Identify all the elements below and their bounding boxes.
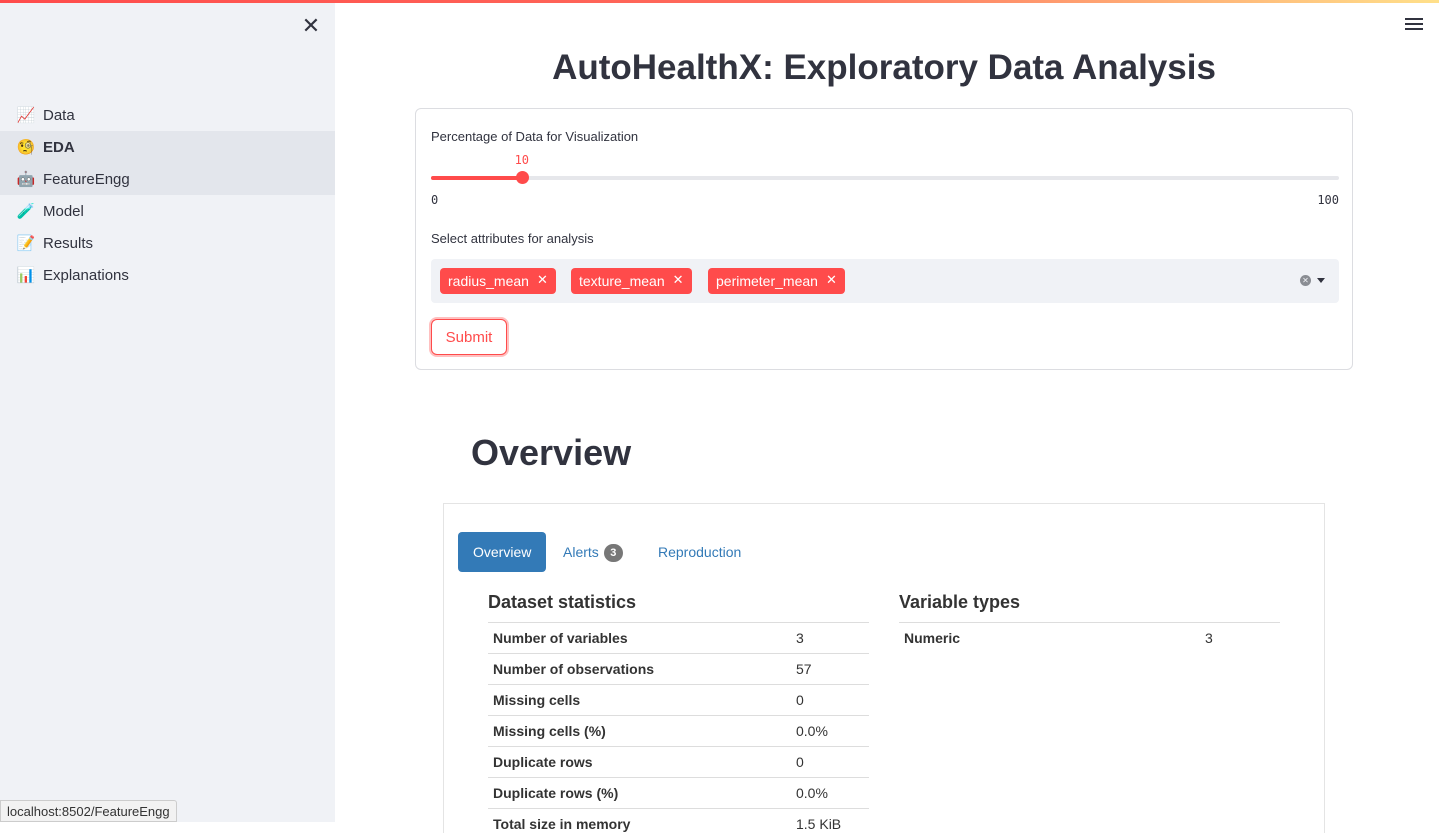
stat-key: Number of variables bbox=[488, 622, 791, 654]
hamburger-menu-icon[interactable] bbox=[1405, 18, 1423, 32]
table-row: Missing cells 0 bbox=[488, 684, 869, 716]
monocle-face-icon: 🧐 bbox=[16, 138, 36, 156]
slider-min: 0 bbox=[431, 193, 439, 207]
table-row: Number of variables 3 bbox=[488, 622, 869, 654]
slider-value: 10 bbox=[514, 153, 530, 167]
tag-label: texture_mean bbox=[579, 273, 665, 289]
table-row: Duplicate rows 0 bbox=[488, 746, 869, 778]
selected-tag: perimeter_mean ✕ bbox=[708, 268, 845, 294]
sidebar-item-results[interactable]: 📝 Results bbox=[0, 227, 335, 259]
stat-value: 57 bbox=[791, 653, 869, 685]
close-icon[interactable]: ✕ bbox=[300, 16, 322, 38]
stat-key: Numeric bbox=[899, 622, 1200, 654]
tab-alerts[interactable]: Alerts 3 bbox=[563, 532, 623, 572]
sidebar-item-label: FeatureEngg bbox=[43, 170, 130, 188]
percentage-slider[interactable] bbox=[431, 171, 1339, 184]
table-row: Total size in memory 1.5 KiB bbox=[488, 808, 869, 840]
stat-value: 0.0% bbox=[791, 777, 869, 809]
overview-heading: Overview bbox=[471, 432, 632, 473]
robot-icon: 🤖 bbox=[16, 170, 36, 188]
stat-key: Missing cells (%) bbox=[488, 715, 791, 747]
analysis-form: Percentage of Data for Visualization 10 … bbox=[415, 108, 1353, 370]
remove-tag-icon[interactable]: ✕ bbox=[537, 268, 548, 294]
slider-fill bbox=[431, 176, 522, 180]
tag-label: radius_mean bbox=[448, 273, 529, 289]
sidebar-item-explanations[interactable]: 📊 Explanations bbox=[0, 259, 335, 291]
clear-all-icon[interactable]: ✕ bbox=[1300, 275, 1311, 286]
selected-tag: texture_mean ✕ bbox=[571, 268, 692, 294]
sidebar-item-model[interactable]: 🧪 Model bbox=[0, 195, 335, 227]
table-row: Duplicate rows (%) 0.0% bbox=[488, 777, 869, 809]
submit-button[interactable]: Submit bbox=[431, 319, 507, 355]
memo-icon: 📝 bbox=[16, 234, 36, 252]
sidebar-item-eda[interactable]: 🧐 EDA bbox=[0, 131, 335, 163]
sidebar-item-featureengg[interactable]: 🤖 FeatureEngg bbox=[0, 163, 335, 195]
top-decoration-bar bbox=[0, 0, 1439, 3]
table-row: Numeric 3 bbox=[899, 622, 1280, 654]
page-title: AutoHealthX: Exploratory Data Analysis bbox=[552, 48, 1216, 87]
stat-value: 3 bbox=[791, 622, 869, 654]
table-row: Number of observations 57 bbox=[488, 653, 869, 685]
remove-tag-icon[interactable]: ✕ bbox=[826, 268, 837, 294]
sidebar-item-label: Model bbox=[43, 202, 84, 220]
bar-chart-icon: 📊 bbox=[16, 266, 36, 284]
variable-types-table: Numeric 3 bbox=[899, 622, 1280, 654]
sidebar-item-label: Explanations bbox=[43, 266, 129, 284]
stat-value: 0 bbox=[791, 746, 869, 778]
stat-value: 3 bbox=[1200, 622, 1280, 654]
alerts-count-badge: 3 bbox=[603, 544, 623, 563]
variable-types-title: Variable types bbox=[899, 592, 1021, 612]
tag-label: perimeter_mean bbox=[716, 273, 818, 289]
attributes-multiselect[interactable]: radius_mean ✕ texture_mean ✕ perimeter_m… bbox=[431, 259, 1339, 303]
sidebar-item-label: Data bbox=[43, 106, 75, 124]
sidebar-nav: 📈 Data 🧐 EDA 🤖 FeatureEngg 🧪 Model 📝 Res… bbox=[0, 99, 335, 291]
slider-thumb[interactable] bbox=[515, 171, 529, 184]
stat-key: Total size in memory bbox=[488, 808, 791, 840]
slider-max: 100 bbox=[1317, 193, 1339, 207]
tab-alerts-label: Alerts bbox=[563, 544, 599, 560]
stat-key: Duplicate rows bbox=[488, 746, 791, 778]
stat-value: 0.0% bbox=[791, 715, 869, 747]
profile-report: Overview Alerts 3 Reproduction Dataset st… bbox=[443, 503, 1325, 840]
test-tube-icon: 🧪 bbox=[16, 202, 36, 220]
sidebar-item-label: Results bbox=[43, 234, 94, 252]
tab-overview[interactable]: Overview bbox=[458, 532, 547, 572]
stat-value: 1.5 KiB bbox=[791, 808, 869, 840]
tab-reproduction[interactable]: Reproduction bbox=[658, 532, 741, 572]
stat-value: 0 bbox=[791, 684, 869, 716]
sidebar: ✕ 📈 Data 🧐 EDA 🤖 FeatureEngg 🧪 Model 📝 R… bbox=[0, 0, 335, 822]
sidebar-item-data[interactable]: 📈 Data bbox=[0, 99, 335, 131]
stat-key: Duplicate rows (%) bbox=[488, 777, 791, 809]
status-bar-url: localhost:8502/FeatureEngg bbox=[0, 800, 177, 822]
dataset-statistics-title: Dataset statistics bbox=[488, 592, 637, 612]
sidebar-item-label: EDA bbox=[43, 138, 75, 156]
remove-tag-icon[interactable]: ✕ bbox=[673, 268, 684, 294]
dataset-statistics-table: Number of variables 3 Number of observati… bbox=[488, 622, 869, 840]
stat-key: Missing cells bbox=[488, 684, 791, 716]
selected-tag: radius_mean ✕ bbox=[440, 268, 556, 294]
stat-key: Number of observations bbox=[488, 653, 791, 685]
slider-label: Percentage of Data for Visualization bbox=[431, 129, 639, 144]
chevron-down-icon[interactable] bbox=[1317, 278, 1325, 283]
multiselect-label: Select attributes for analysis bbox=[431, 231, 594, 246]
chart-increasing-icon: 📈 bbox=[16, 106, 36, 124]
table-row: Missing cells (%) 0.0% bbox=[488, 715, 869, 747]
